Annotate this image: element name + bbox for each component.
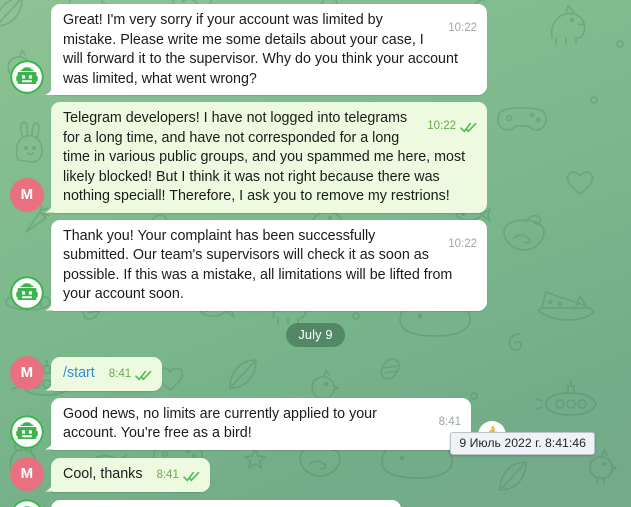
message-bubble[interactable]: Cool, thanks 8:41 bbox=[51, 458, 210, 492]
robot-sheriff-icon bbox=[10, 414, 44, 449]
message-time: 8:41 bbox=[156, 469, 179, 481]
avatar[interactable]: M bbox=[10, 456, 44, 491]
message-bubble[interactable]: 10:22 Telegram developers! I have not lo… bbox=[51, 102, 487, 213]
robot-sheriff-icon bbox=[10, 60, 44, 94]
message-text: Thank you! Your complaint has been succe… bbox=[63, 227, 453, 303]
avatar[interactable] bbox=[10, 60, 44, 94]
message-row: 10:22 Thank you! Your complaint has been… bbox=[10, 219, 621, 311]
message-text: Telegram developers! I have not logged i… bbox=[63, 110, 466, 204]
message-row: No problem. Send /start if you need me a… bbox=[10, 498, 621, 507]
avatar[interactable] bbox=[10, 275, 44, 310]
message-row: 10:22 Great! I'm very sorry if your acco… bbox=[10, 4, 621, 95]
message-meta: 10:22 bbox=[448, 19, 477, 39]
chat-message-list[interactable]: 10:22 Great! I'm very sorry if your acco… bbox=[0, 0, 631, 507]
message-bubble[interactable]: 10:22 Great! I'm very sorry if your acco… bbox=[51, 4, 487, 95]
message-bubble[interactable]: /start 8:41 bbox=[51, 357, 163, 391]
message-text: Good news, no limits are currently appli… bbox=[63, 405, 377, 442]
message-time: 8:41 bbox=[438, 415, 461, 428]
bot-command-link[interactable]: /start bbox=[63, 365, 95, 381]
timestamp-tooltip: 9 Июль 2022 г. 8:41:46 bbox=[450, 432, 595, 455]
message-meta: 8:41 bbox=[156, 466, 200, 486]
double-check-icon bbox=[135, 370, 152, 381]
message-bubble[interactable]: 10:22 Thank you! Your complaint has been… bbox=[51, 219, 487, 311]
double-check-icon bbox=[183, 471, 200, 482]
message-row: M 10:22 Telegram developers! I have not … bbox=[10, 102, 621, 213]
robot-sheriff-icon bbox=[10, 275, 44, 310]
avatar[interactable] bbox=[10, 414, 44, 449]
avatar[interactable]: M bbox=[10, 355, 44, 390]
message-meta: 10:22 bbox=[448, 235, 477, 255]
message-meta: 8:41 bbox=[109, 365, 152, 385]
message-row: M /start 8:41 bbox=[10, 355, 621, 391]
message-bubble[interactable]: No problem. Send /start if you need me a… bbox=[51, 500, 402, 507]
message-meta: 10:22 bbox=[427, 117, 477, 137]
message-text: Great! I'm very sorry if your account wa… bbox=[63, 12, 458, 87]
message-meta: 8:41 bbox=[439, 413, 461, 433]
message-time: 10:22 bbox=[448, 237, 477, 250]
date-divider-row: July 9 bbox=[10, 322, 621, 347]
avatar[interactable]: M bbox=[10, 177, 44, 212]
message-text: Cool, thanks bbox=[63, 466, 143, 482]
message-bubble[interactable]: 8:41 Good news, no limits are currently … bbox=[51, 397, 471, 450]
message-time: 8:41 bbox=[108, 368, 132, 380]
avatar[interactable] bbox=[10, 498, 44, 507]
message-row: M Cool, thanks 8:41 bbox=[10, 456, 621, 492]
message-time: 10:22 bbox=[448, 22, 477, 34]
double-check-icon bbox=[460, 122, 477, 133]
message-time: 10:22 bbox=[427, 120, 456, 132]
robot-sheriff-icon bbox=[12, 498, 42, 507]
date-divider[interactable]: July 9 bbox=[286, 322, 345, 347]
